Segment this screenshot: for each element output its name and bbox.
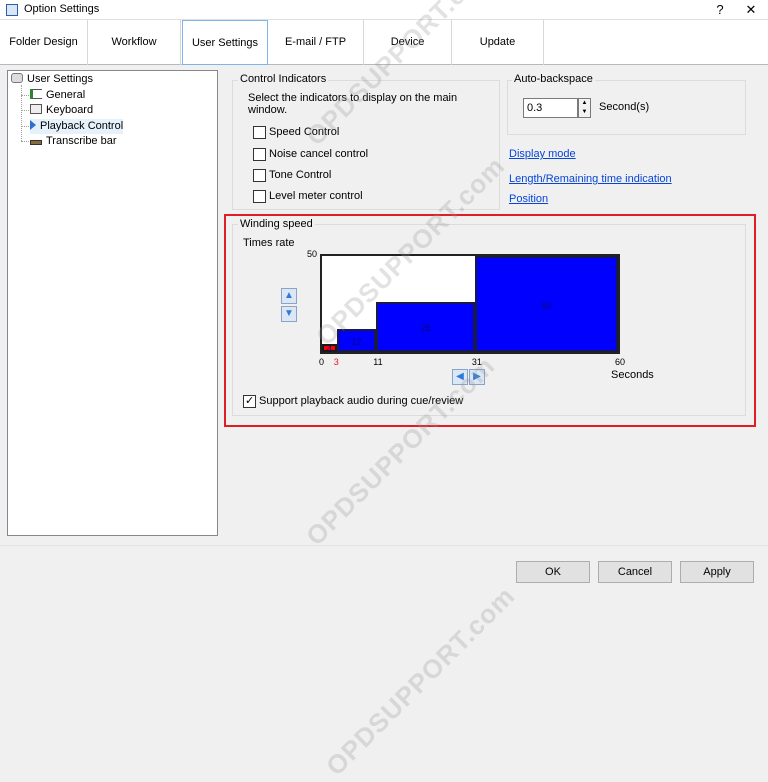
speed-control-label: Speed Control [269,126,340,138]
winding-speed-title: Winding speed [238,218,315,230]
auto-backspace-unit: Second(s) [599,101,650,113]
chart-bar-3: 50 [474,256,618,352]
x-tick-label: 3 [333,357,339,367]
arrow-left-icon: ◀ [456,371,464,382]
support-audio-checkbox[interactable] [243,394,256,408]
control-indicators-description-1: Select the indicators to display on the … [248,92,458,104]
time-right-button[interactable]: ▶ [469,369,485,385]
spin-down-icon[interactable]: ▼ [579,108,590,117]
chart-bar-1: 12 [336,328,377,352]
tree-item-transcribe-bar[interactable]: Transcribe bar [30,134,117,149]
control-indicators-description-2: window. [248,104,288,116]
rate-up-button[interactable]: ▲ [281,288,297,304]
chart-bar-2: 26 [376,302,475,352]
title-bar: Option Settings ? ✕ [0,0,768,20]
support-audio-label: Support playback audio during cue/review [259,395,464,407]
auto-backspace-title: Auto-backspace [512,73,595,85]
watermark: OPDSUPPORT.com [320,580,521,782]
list-icon [30,89,42,99]
auto-backspace-spinner[interactable]: ▲ ▼ [578,98,591,118]
length-remaining-link[interactable]: Length/Remaining time indication [509,173,672,185]
level-meter-checkbox[interactable] [253,190,266,203]
tab-user-settings[interactable]: User Settings [182,20,268,65]
gear-icon [11,73,23,83]
close-button[interactable]: ✕ [737,1,765,19]
app-icon [6,4,18,16]
arrow-up-icon: ▲ [284,290,294,301]
auto-backspace-input[interactable]: 0.3 [523,98,578,118]
settings-tree: User Settings General Keyboard Playback … [7,70,218,536]
tab-workflow[interactable]: Workflow [88,20,181,65]
seconds-label: Seconds [611,369,654,381]
playback-icon [30,120,36,130]
times-rate-label: Times rate [243,237,295,249]
level-meter-label: Level meter control [269,190,363,202]
tab-device[interactable]: Device [364,20,452,65]
winding-speed-chart: 4 12 26 50 [320,254,620,354]
tree-item-keyboard[interactable]: Keyboard [30,103,93,118]
keyboard-icon [30,104,42,114]
tone-control-label: Tone Control [269,169,332,181]
arrow-right-icon: ▶ [473,371,481,382]
rate-down-button[interactable]: ▼ [281,306,297,322]
tab-email-ftp[interactable]: E-mail / FTP [268,20,364,65]
apply-button[interactable]: Apply [680,561,754,583]
spin-up-icon[interactable]: ▲ [579,99,590,108]
position-link[interactable]: Position [509,193,548,205]
cancel-button[interactable]: Cancel [598,561,672,583]
tab-strip: Folder Design Workflow User Settings E-m… [0,20,768,65]
tab-folder-design[interactable]: Folder Design [0,20,88,65]
x-tick-label: 60 [615,357,626,367]
tone-control-checkbox[interactable] [253,169,266,182]
control-indicators-title: Control Indicators [238,73,329,85]
time-left-button[interactable]: ◀ [452,369,468,385]
tab-update[interactable]: Update [452,20,544,65]
x-tick-label: 0 [319,357,325,367]
y-max-label: 50 [307,249,318,259]
tree-root-user-settings[interactable]: User Settings [11,72,93,87]
chart-bar-0: 4 [322,344,337,354]
speed-control-checkbox[interactable] [253,126,266,139]
tree-item-general[interactable]: General [30,88,85,103]
display-mode-link[interactable]: Display mode [509,148,576,160]
x-tick-label: 11 [373,357,383,367]
transcribe-bar-icon [30,140,42,145]
noise-cancel-label: Noise cancel control [269,148,369,160]
window-title: Option Settings [24,3,100,15]
ok-button[interactable]: OK [516,561,590,583]
noise-cancel-checkbox[interactable] [253,148,266,161]
arrow-down-icon: ▼ [284,308,294,319]
x-tick-label: 31 [471,357,482,367]
help-button[interactable]: ? [706,1,734,19]
tree-item-playback-control[interactable]: Playback Control [30,119,124,134]
